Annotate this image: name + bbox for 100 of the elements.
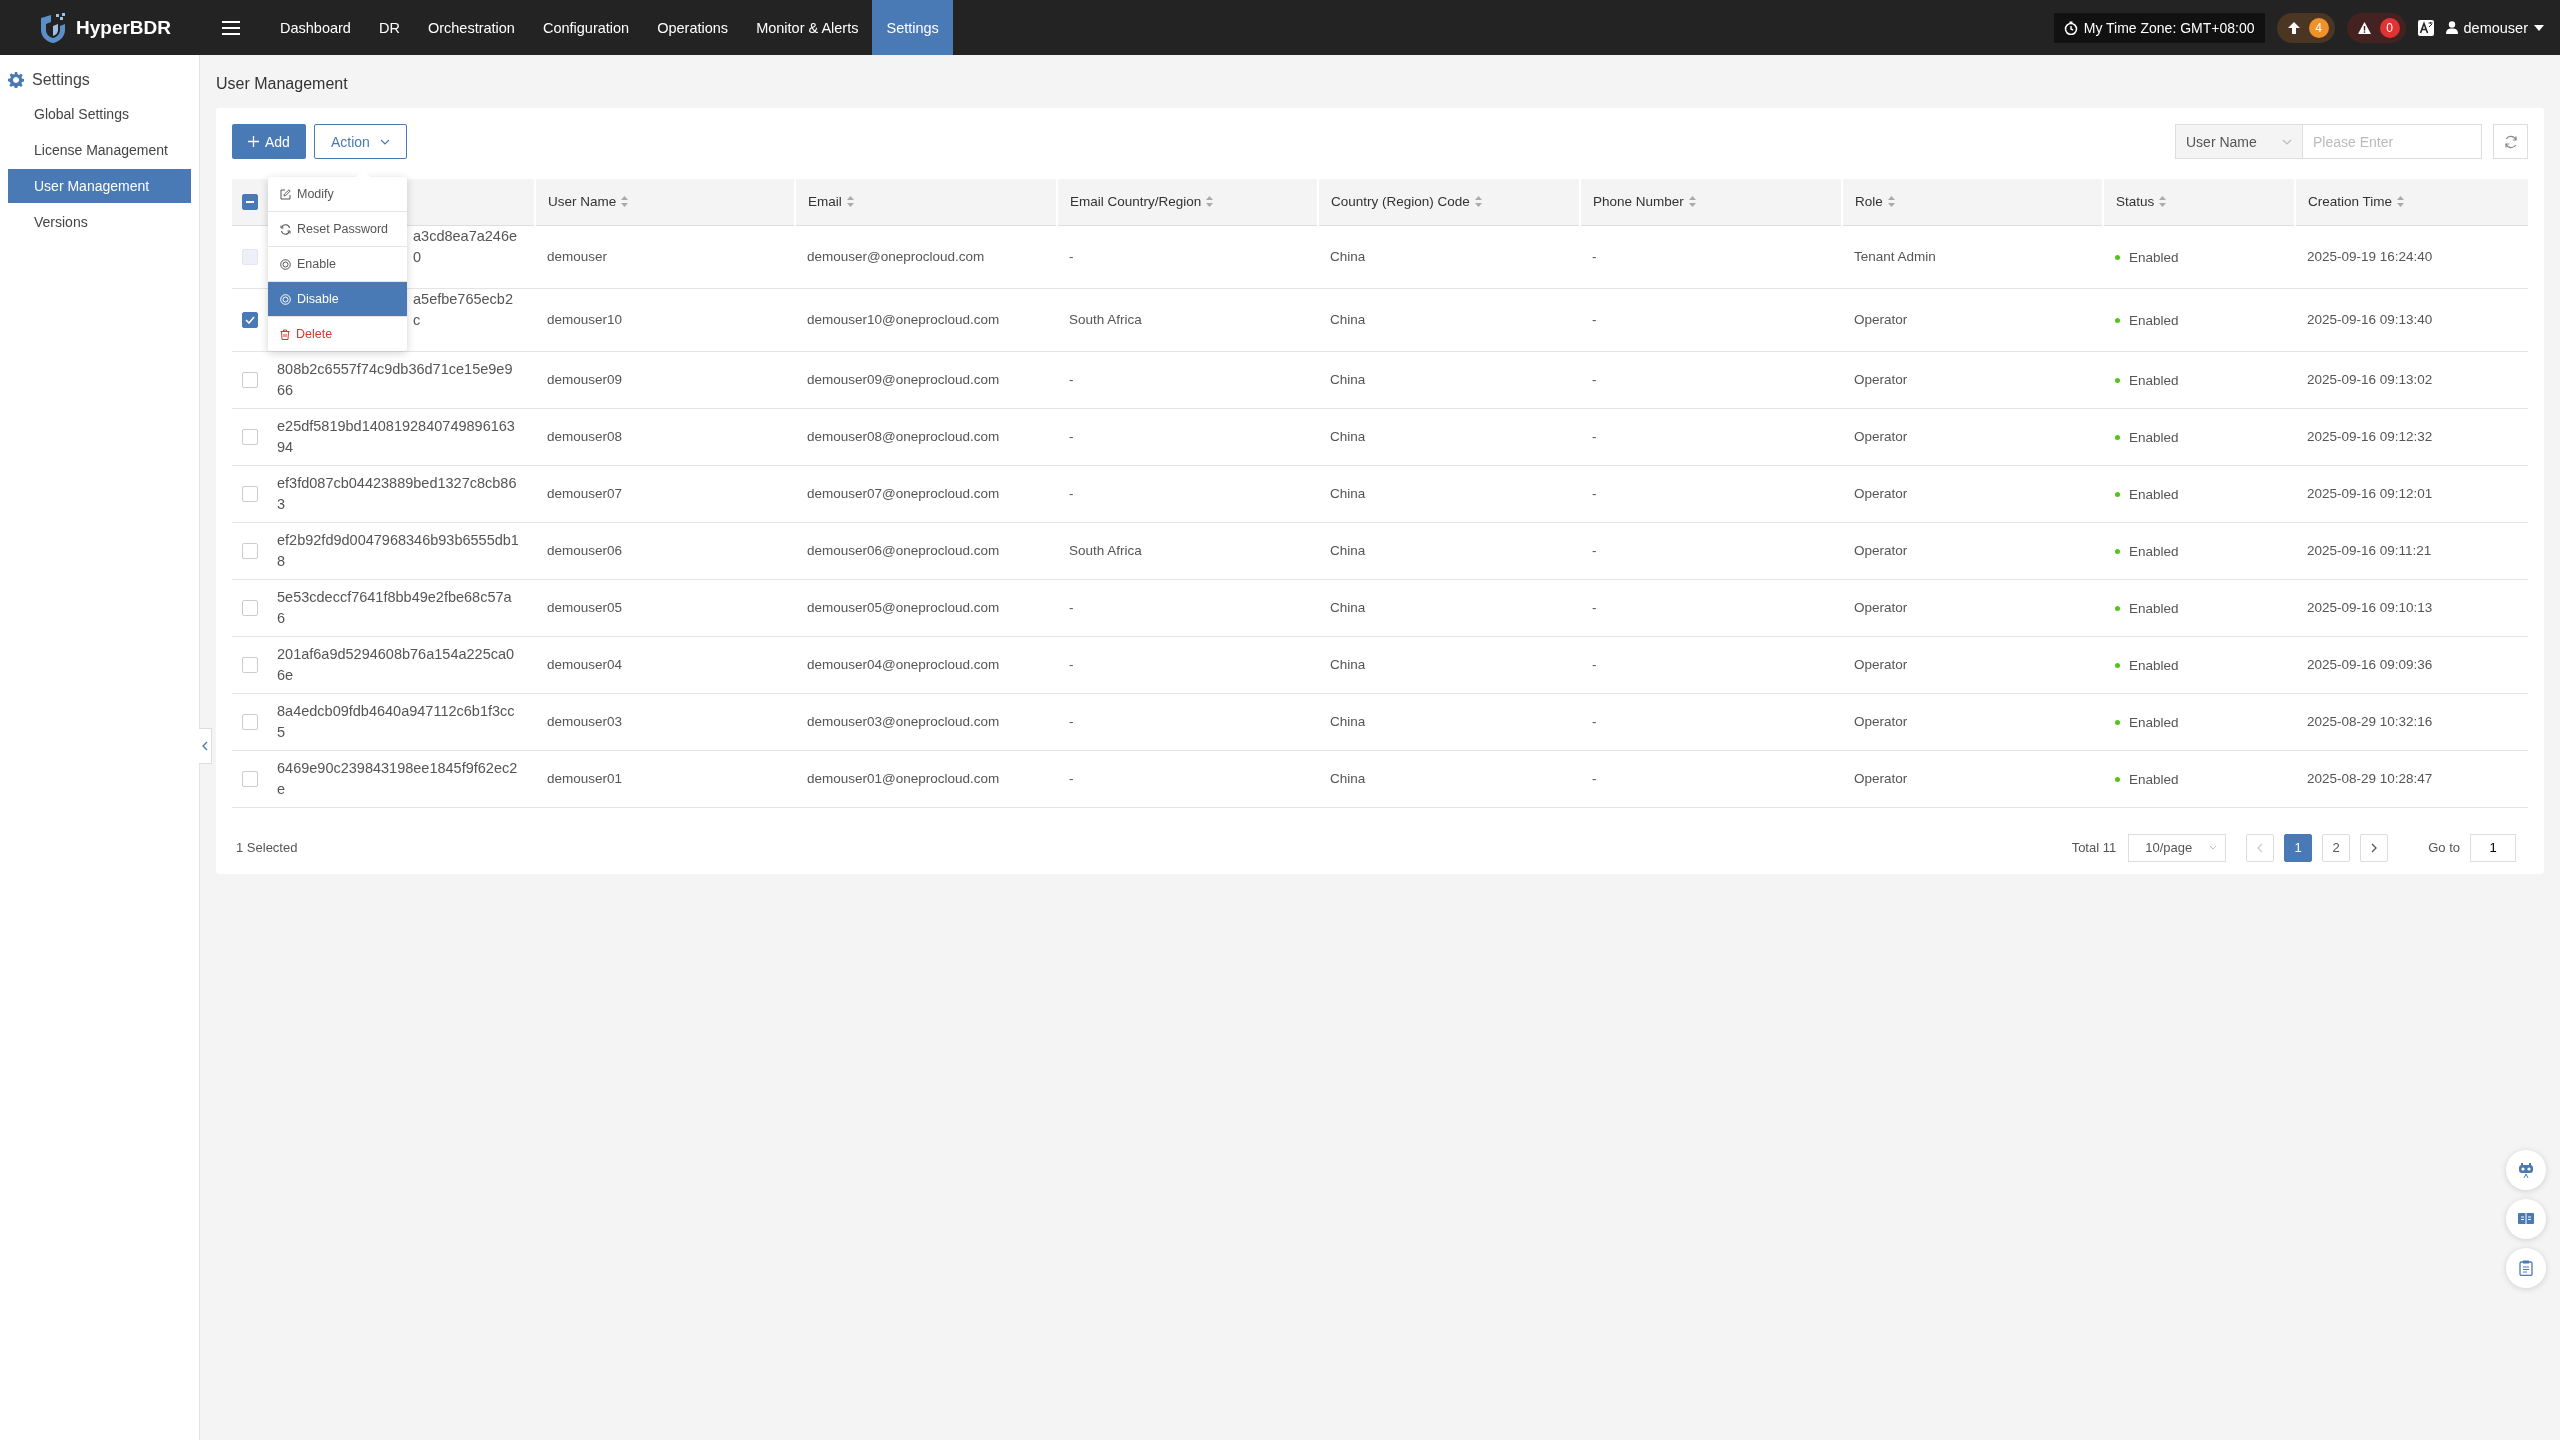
sort-icon — [1688, 196, 1696, 208]
page-size-select[interactable]: 10/page — [2128, 833, 2227, 862]
sidebar-item[interactable]: License Management — [8, 133, 191, 167]
book-icon — [2518, 1213, 2534, 1225]
row-checkbox[interactable] — [242, 770, 258, 787]
nav-tab[interactable]: DR — [364, 0, 414, 55]
page-button[interactable]: 1 — [2284, 833, 2313, 862]
table-cell: 2025-09-16 09:12:01 — [2307, 486, 2433, 501]
table-cell: - — [1069, 771, 1074, 786]
table-cell: Operator — [1854, 312, 1908, 327]
row-checkbox[interactable] — [242, 599, 258, 616]
column-header[interactable]: Phone Number — [1593, 194, 1696, 210]
clipboard-button[interactable] — [2506, 1248, 2546, 1288]
column-header[interactable]: Country (Region) Code — [1331, 194, 1482, 210]
translate-icon[interactable] — [2417, 19, 2434, 36]
column-header[interactable]: Status — [2116, 194, 2167, 210]
count-badge: 0 — [2379, 17, 2400, 38]
sort-icon — [846, 196, 854, 208]
nav-tab[interactable]: Settings — [872, 0, 953, 55]
next-page-button[interactable] — [2360, 833, 2389, 862]
refresh-button[interactable] — [2493, 124, 2528, 159]
table-cell: China — [1330, 372, 1366, 387]
table-cell: China — [1330, 714, 1366, 729]
table-cell: demouser04 — [547, 657, 623, 672]
row-checkbox[interactable] — [242, 311, 258, 328]
nav-tab[interactable]: Operations — [643, 0, 743, 55]
column-header[interactable]: Email Country/Region — [1070, 194, 1214, 210]
column-header[interactable]: Role — [1855, 194, 1895, 210]
row-checkbox[interactable] — [242, 428, 258, 445]
page-title: User Management — [216, 75, 349, 93]
filter-select[interactable]: User Name — [2175, 124, 2303, 159]
table-cell: Operator — [1854, 771, 1908, 786]
table-cell: demouser09@oneprocloud.com — [807, 372, 1000, 387]
edit-icon — [280, 188, 291, 200]
refresh-icon — [2503, 134, 2518, 149]
table-cell: 6469e90c239843198ee1845f9f62ec2e — [277, 759, 518, 797]
table-cell: - — [1592, 249, 1597, 264]
collapse-tab[interactable] — [199, 728, 212, 764]
table-cell: China — [1330, 543, 1366, 558]
table-cell: 8a4edcb09fdb4640a947112c6b1f3cc5 — [277, 702, 515, 740]
search-field[interactable]: Please Enter — [2302, 124, 2482, 159]
sort-icon — [2159, 196, 2167, 208]
status-dot — [2115, 606, 2120, 611]
user-menu[interactable]: demouser — [2445, 19, 2544, 36]
plus-icon — [248, 136, 259, 147]
time-zone-label[interactable]: My Time Zone: GMT+08:00 — [2053, 12, 2265, 43]
column-header[interactable]: Creation Time — [2308, 194, 2405, 210]
table-cell: 2025-09-19 16:24:40 — [2307, 249, 2433, 264]
table-cell: demouser01@oneprocloud.com — [807, 771, 1000, 786]
nav-tab[interactable]: Configuration — [528, 0, 644, 55]
menu-item[interactable]: Modify — [268, 177, 407, 212]
page-button[interactable]: 2 — [2322, 833, 2351, 862]
column-header[interactable]: User Name — [548, 194, 629, 210]
table-cell: South Africa — [1069, 543, 1142, 558]
table-cell: - — [1592, 429, 1597, 444]
chevron-right-icon — [2371, 842, 2378, 853]
sort-icon — [621, 196, 629, 208]
add-button[interactable]: Add — [232, 124, 306, 159]
assistant-button[interactable] — [2506, 1150, 2546, 1190]
table-cell: demouser06 — [547, 543, 623, 558]
previous-page-button[interactable] — [2246, 833, 2275, 862]
table-cell: - — [1592, 543, 1597, 558]
menu-item[interactable]: Disable — [268, 282, 407, 317]
menu-item[interactable]: Delete — [268, 317, 407, 351]
status-label: Enabled — [2115, 772, 2179, 787]
row-checkbox[interactable] — [242, 371, 258, 388]
alert-button[interactable]: 0 — [2346, 12, 2406, 43]
sort-icon — [1206, 196, 1214, 208]
table-cell: - — [1069, 714, 1074, 729]
menu-item[interactable]: Reset Password — [268, 212, 407, 247]
page-number-field[interactable]: 1 — [2470, 833, 2516, 862]
sidebar-title: Settings — [32, 71, 90, 89]
table-cell: demouser07 — [547, 486, 623, 501]
row-checkbox[interactable] — [242, 542, 258, 559]
nav-tab[interactable]: Dashboard — [266, 0, 365, 55]
sidebar-item[interactable]: User Management — [8, 169, 191, 203]
table-cell: - — [1069, 600, 1074, 615]
table-cell: South Africa — [1069, 312, 1142, 327]
sidebar-item[interactable]: Global Settings — [8, 97, 191, 131]
nav-tab[interactable]: Orchestration — [413, 0, 529, 55]
table-cell: - — [1069, 657, 1074, 672]
sidebar-item[interactable]: Versions — [8, 205, 191, 239]
menu-icon[interactable] — [222, 19, 240, 36]
docs-button[interactable] — [2506, 1199, 2546, 1239]
warning-icon — [2356, 20, 2372, 35]
action-dropdown-button[interactable]: Action — [313, 124, 407, 159]
table-cell: demouser01 — [547, 771, 623, 786]
row-checkbox[interactable] — [242, 713, 258, 730]
table-cell: - — [1592, 771, 1597, 786]
row-checkbox[interactable] — [242, 485, 258, 502]
go-to-label: Go to — [2428, 840, 2460, 855]
up-arrow-icon — [2286, 20, 2301, 35]
table-cell: demouser07@oneprocloud.com — [807, 486, 1000, 501]
table-cell: - — [1069, 486, 1074, 501]
nav-tab[interactable]: Monitor & Alerts — [742, 0, 873, 55]
check-icon — [245, 315, 255, 324]
select-all-checkbox[interactable] — [242, 193, 258, 210]
column-header[interactable]: Email — [808, 194, 854, 210]
row-checkbox[interactable] — [242, 656, 258, 673]
table-cell: demouser03 — [547, 714, 623, 729]
